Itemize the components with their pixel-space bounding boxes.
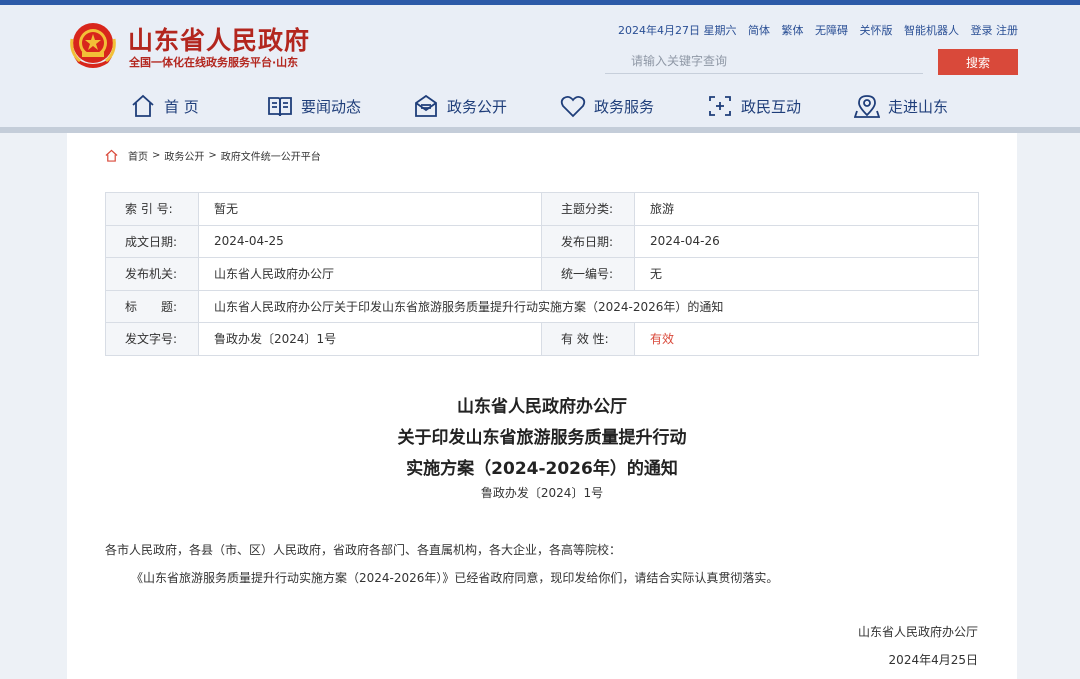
- breadcrumb-home[interactable]: 首页: [128, 148, 148, 163]
- topic-label: 主题分类:: [541, 192, 635, 226]
- published-value: 2024-04-26: [634, 224, 979, 258]
- top-links: 2024年4月27日 星期六 简体 繁体 无障碍 关怀版 智能机器人 登录 注册: [618, 22, 1018, 38]
- news-icon: [268, 97, 292, 117]
- heart-service-icon: [560, 95, 586, 118]
- issuer-label: 发布机关:: [105, 257, 199, 291]
- nav-label: 要闻动态: [301, 97, 362, 116]
- published-label: 发布日期:: [541, 224, 635, 258]
- issuer-value: 山东省人民政府办公厅: [198, 257, 542, 291]
- docno-value: 鲁政办发〔2024〕1号: [198, 322, 542, 356]
- open-gov-icon: [415, 94, 437, 117]
- nav-shandong[interactable]: 走进山东: [854, 86, 948, 126]
- breadcrumb-platform[interactable]: 政府文件统一公开平台: [221, 148, 321, 163]
- breadcrumb-home-icon: [105, 149, 118, 162]
- home-icon: [132, 94, 154, 117]
- serial-value: 无: [634, 257, 979, 291]
- site-subtitle: 全国一体化在线政务服务平台·山东: [129, 56, 299, 69]
- nav-interaction[interactable]: 政民互动: [707, 86, 801, 126]
- nav-label: 走进山东: [888, 97, 949, 116]
- topic-value: 旅游: [634, 192, 979, 226]
- docno-label: 发文字号:: [105, 322, 199, 356]
- national-emblem-icon[interactable]: [68, 19, 118, 71]
- nav-service[interactable]: 政务服务: [560, 86, 654, 126]
- nav-open-gov[interactable]: 政务公开: [413, 86, 507, 126]
- title-value: 山东省人民政府办公厅关于印发山东省旅游服务质量提升行动实施方案（2024-202…: [198, 289, 979, 323]
- document-number: 鲁政办发〔2024〕1号: [480, 486, 604, 500]
- signature-text: 山东省人民政府办公厅: [857, 625, 978, 639]
- site-title[interactable]: 山东省人民政府: [128, 21, 310, 57]
- index-label: 索 引 号:: [105, 192, 199, 226]
- link-traditional[interactable]: 繁体: [782, 24, 804, 37]
- created-label: 成文日期:: [105, 224, 199, 258]
- breadcrumb-separator: >: [208, 150, 217, 161]
- nav-label: 首 页: [164, 97, 199, 116]
- title-label: 标 题:: [105, 289, 199, 323]
- breadcrumb-separator: >: [152, 150, 161, 161]
- location-icon: [854, 95, 880, 118]
- document-title-line3: 实施方案（2024-2026年）的通知: [406, 459, 678, 479]
- link-simplified[interactable]: 简体: [748, 24, 770, 37]
- current-date: 2024年4月27日 星期六: [618, 24, 737, 37]
- created-value: 2024-04-25: [198, 224, 542, 258]
- link-care-version[interactable]: 关怀版: [860, 24, 893, 37]
- table-row: 索 引 号: 暂无 主题分类: 旅游: [105, 192, 979, 226]
- document-meta-table: 索 引 号: 暂无 主题分类: 旅游 成文日期: 2024-04-25 发布日期…: [105, 192, 979, 356]
- search-input[interactable]: [605, 49, 923, 74]
- search-button[interactable]: 搜索: [938, 49, 1018, 75]
- validity-value: 有效: [634, 322, 979, 356]
- document-title-line2: 关于印发山东省旅游服务质量提升行动: [397, 428, 687, 448]
- nav-label: 政民互动: [741, 97, 802, 116]
- breadcrumb: 首页 > 政务公开 > 政府文件统一公开平台: [105, 148, 321, 163]
- link-login-register[interactable]: 登录 注册: [971, 24, 1019, 37]
- nav-label: 政务公开: [447, 97, 508, 116]
- breadcrumb-open-gov[interactable]: 政务公开: [164, 148, 204, 163]
- table-row: 发布机关: 山东省人民政府办公厅 统一编号: 无: [105, 257, 979, 291]
- table-row: 发文字号: 鲁政办发〔2024〕1号 有 效 性: 有效: [105, 322, 979, 356]
- validity-label: 有 效 性:: [541, 322, 635, 356]
- nav-label: 政务服务: [594, 97, 655, 116]
- sign-date-text: 2024年4月25日: [888, 653, 978, 667]
- nav-news[interactable]: 要闻动态: [267, 86, 361, 126]
- nav-home[interactable]: 首 页: [130, 86, 199, 126]
- index-value: 暂无: [198, 192, 542, 226]
- document-title-line1: 山东省人民政府办公厅: [457, 397, 627, 417]
- main-nav: 首 页 要闻动态 政务公开 政务服务 政民互动 走进山东: [0, 86, 1080, 126]
- recipients-text: 各市人民政府，各县（市、区）人民政府，省政府各部门、各直属机构，各大企业，各高等…: [105, 543, 622, 557]
- paragraph-text: 《山东省旅游服务质量提升行动实施方案（2024-2026年）》已经省政府同意，现…: [131, 571, 779, 585]
- interaction-icon: [709, 96, 731, 116]
- link-robot[interactable]: 智能机器人: [904, 24, 959, 37]
- table-row: 成文日期: 2024-04-25 发布日期: 2024-04-26: [105, 224, 979, 258]
- serial-label: 统一编号:: [541, 257, 635, 291]
- table-row: 标 题: 山东省人民政府办公厅关于印发山东省旅游服务质量提升行动实施方案（202…: [105, 289, 979, 323]
- link-accessibility[interactable]: 无障碍: [815, 24, 848, 37]
